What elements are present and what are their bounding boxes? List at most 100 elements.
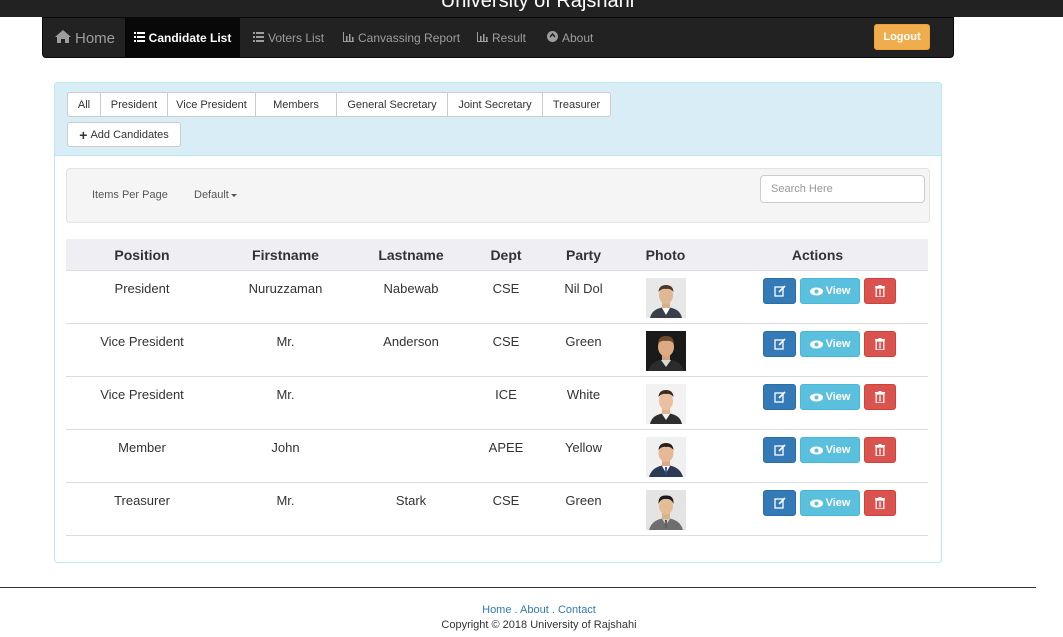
delete-button[interactable] xyxy=(864,437,896,463)
cell-position: Member xyxy=(118,440,166,455)
items-per-page-value: Default xyxy=(194,189,229,201)
candidate-photo xyxy=(645,437,686,477)
header-actions: Actions xyxy=(791,246,844,263)
cell-firstname: Mr. xyxy=(276,387,295,402)
candidate-photo xyxy=(645,490,686,530)
nav-result-label: Result xyxy=(492,31,527,45)
view-label: View xyxy=(825,444,851,456)
nav-canvassing-report-label: Canvassing Report xyxy=(358,31,461,45)
edit-button[interactable] xyxy=(763,278,796,304)
nav-home-label: Home xyxy=(75,29,116,47)
edit-icon xyxy=(773,444,786,456)
candidate-table: Position Firstname Lastname Dept Party P… xyxy=(66,239,928,536)
items-per-page-select[interactable]: Default xyxy=(194,189,237,201)
cell-party: Green xyxy=(565,493,602,508)
candidate-panel: All President Vice President Members Gen… xyxy=(54,82,942,563)
edit-button[interactable] xyxy=(763,490,796,516)
cell-dept: CSE xyxy=(492,334,520,349)
table-header: Position Firstname Lastname Dept Party P… xyxy=(66,239,928,271)
edit-button[interactable] xyxy=(763,331,796,357)
view-button[interactable]: View xyxy=(800,278,860,304)
list-icon xyxy=(253,31,264,45)
delete-button[interactable] xyxy=(864,331,896,357)
edit-icon xyxy=(773,338,786,350)
caret-down-icon xyxy=(230,193,237,197)
nav-canvassing-report[interactable]: Canvassing Report xyxy=(343,18,460,58)
logout-button[interactable]: Logout xyxy=(874,24,930,50)
cell-firstname: John xyxy=(271,440,300,455)
view-label: View xyxy=(825,391,851,403)
add-candidates-button[interactable]: + Add Candidates xyxy=(67,122,181,147)
nav-result[interactable]: Result xyxy=(477,18,526,58)
search-input[interactable] xyxy=(760,175,925,203)
view-button[interactable]: View xyxy=(800,331,860,357)
list-icon xyxy=(133,31,145,45)
table-row: Vice President Mr. Anderson CSE Green Vi… xyxy=(66,324,928,377)
table-row: Treasurer Mr. Stark CSE Green View xyxy=(66,483,928,536)
view-button[interactable]: View xyxy=(800,490,860,516)
cell-party: Green xyxy=(565,334,602,349)
info-circle-icon xyxy=(547,31,558,45)
cell-lastname xyxy=(353,430,469,482)
cell-actions: View xyxy=(707,271,928,323)
nav-candidate-list-label: Candidate List xyxy=(148,31,232,45)
header-firstname: Firstname xyxy=(252,246,319,263)
header-position: Position xyxy=(114,246,170,263)
filter-members-button[interactable]: Members xyxy=(255,92,337,117)
cell-dept: CSE xyxy=(492,493,520,508)
cell-lastname: Stark xyxy=(395,493,427,508)
view-label: View xyxy=(825,497,851,509)
cell-position: Vice President xyxy=(100,334,184,349)
eye-icon xyxy=(809,287,823,295)
cell-lastname: Nabewab xyxy=(383,281,439,296)
items-per-page-label: Items Per Page xyxy=(92,189,168,201)
delete-button[interactable] xyxy=(864,278,896,304)
trash-icon xyxy=(875,497,885,509)
footer-about-link[interactable]: About xyxy=(520,604,549,616)
footer-home-link[interactable]: Home xyxy=(482,604,511,616)
nav-candidate-list[interactable]: Candidate List xyxy=(125,18,240,58)
footer-links: Home . About . Contact xyxy=(0,604,1063,616)
filter-joint-secretary-button[interactable]: Joint Secretary xyxy=(447,92,543,117)
cell-lastname: Anderson xyxy=(383,334,439,349)
edit-icon xyxy=(773,285,786,297)
filter-vice-president-button[interactable]: Vice President xyxy=(167,92,256,117)
cell-firstname: Nuruzzaman xyxy=(248,281,323,296)
edit-button[interactable] xyxy=(763,384,796,410)
header-party: Party xyxy=(565,246,602,263)
candidate-photo xyxy=(645,331,686,371)
nav-home[interactable]: Home xyxy=(43,18,125,58)
trash-icon xyxy=(875,444,885,456)
filter-president-button[interactable]: President xyxy=(100,92,168,117)
header-photo: Photo xyxy=(645,246,686,263)
view-button[interactable]: View xyxy=(800,437,860,463)
cell-party: White xyxy=(566,387,601,402)
footer-divider xyxy=(0,587,1036,588)
nav-voters-list-label: Voters List xyxy=(268,31,325,45)
delete-button[interactable] xyxy=(864,490,896,516)
nav-voters-list[interactable]: Voters List xyxy=(253,18,324,58)
cell-photo xyxy=(624,483,707,535)
header-lastname: Lastname xyxy=(378,246,444,263)
footer-contact-link[interactable]: Contact xyxy=(558,604,596,616)
delete-button[interactable] xyxy=(864,384,896,410)
edit-button[interactable] xyxy=(763,437,796,463)
eye-icon xyxy=(809,340,823,348)
bar-chart-icon xyxy=(343,31,354,45)
cell-actions: View xyxy=(707,483,928,535)
nav-about[interactable]: About xyxy=(547,18,593,58)
filter-general-secretary-button[interactable]: General Secretary xyxy=(336,92,448,117)
cell-actions: View xyxy=(707,430,928,482)
header-dept: Dept xyxy=(490,246,522,263)
position-filter-group: All President Vice President Members Gen… xyxy=(67,92,611,117)
eye-icon xyxy=(809,393,823,401)
footer-copyright: Copyright © 2018 University of Rajshahi xyxy=(441,619,637,631)
trash-icon xyxy=(875,391,885,403)
filter-treasurer-button[interactable]: Treasurer xyxy=(542,92,611,117)
navbar: Home Candidate List Voters List Canvassi… xyxy=(42,17,954,58)
filter-all-button[interactable]: All xyxy=(67,92,101,117)
cell-firstname: Mr. xyxy=(276,334,295,349)
home-icon xyxy=(55,29,71,47)
eye-icon xyxy=(809,446,823,454)
view-button[interactable]: View xyxy=(800,384,860,410)
